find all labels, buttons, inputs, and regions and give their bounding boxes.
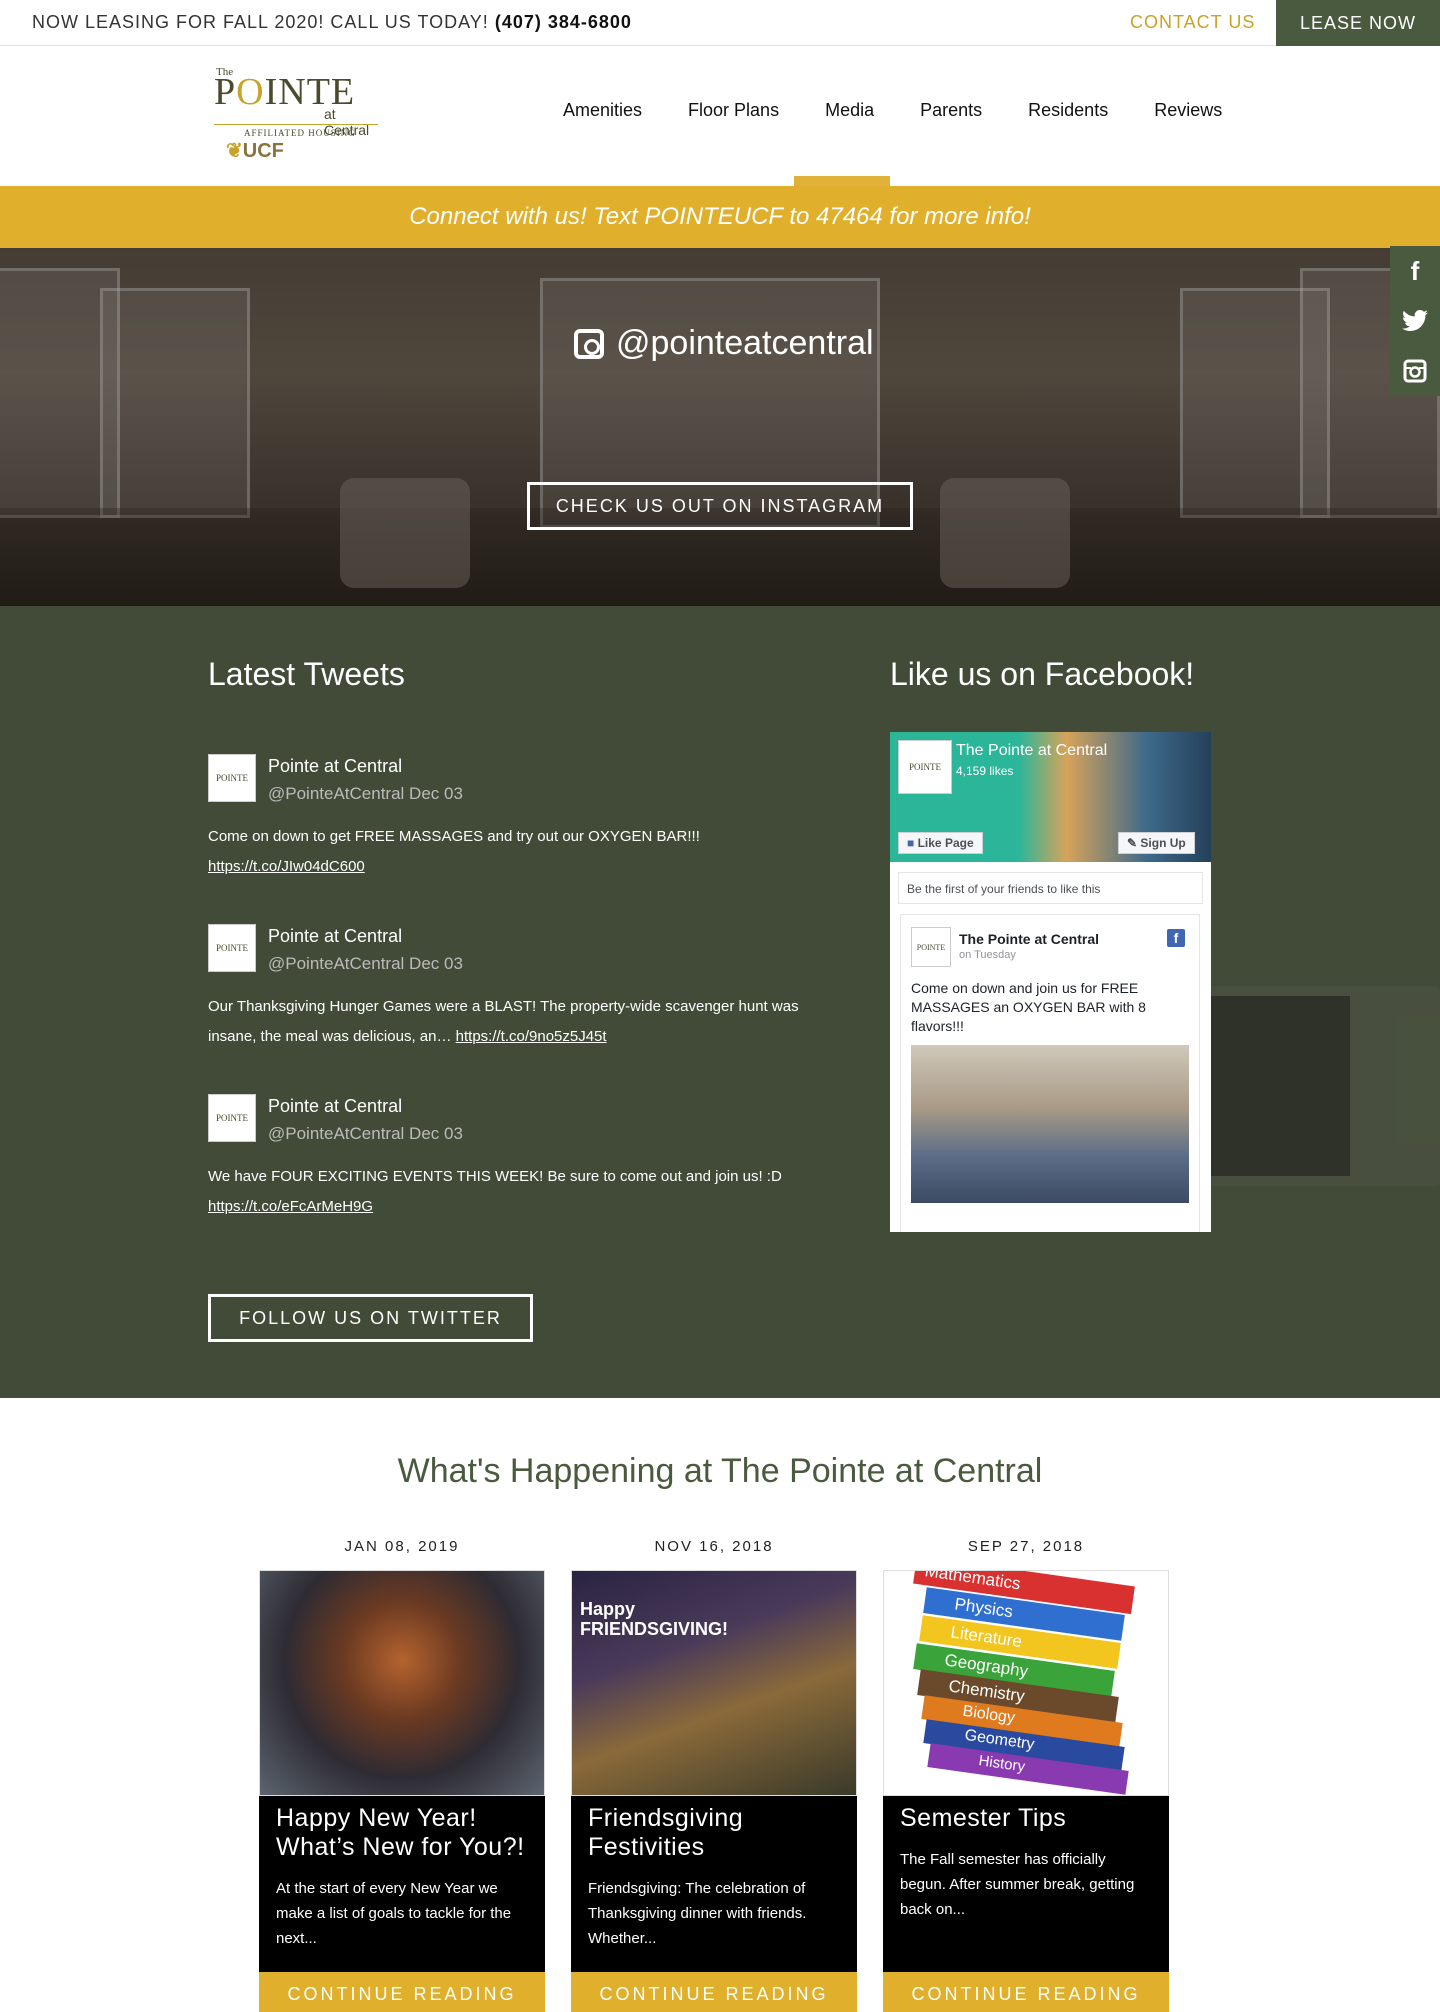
site-header: The POINTE at Central AFFILIATED HOUSING… — [0, 46, 1440, 186]
contact-us-link[interactable]: CONTACT US — [1130, 12, 1255, 33]
nav-amenities[interactable]: Amenities — [563, 100, 642, 121]
tweet-handle-date: @PointeAtCentral Dec 03 — [268, 784, 463, 803]
pegasus-icon: ❦ — [226, 140, 243, 162]
social-feeds-section: Latest Tweets Like us on Facebook! POINT… — [0, 606, 1440, 1398]
facebook-like-button[interactable]: ■ Like Page — [898, 832, 983, 854]
active-nav-indicator — [794, 176, 890, 186]
latest-tweets-heading: Latest Tweets — [208, 656, 405, 692]
promo-banner: Connect with us! Text POINTEUCF to 47464… — [0, 186, 1440, 248]
tweet-author[interactable]: Pointe at Central — [268, 756, 402, 777]
continue-reading-button[interactable]: CONTINUE READING — [571, 1972, 857, 2012]
post-photo[interactable] — [911, 1045, 1189, 1203]
phone-number[interactable]: (407) 384-6800 — [495, 12, 632, 32]
instagram-icon[interactable] — [1390, 346, 1440, 396]
tweet-author[interactable]: Pointe at Central — [268, 1096, 402, 1117]
blog-card: SEP 27, 2018 Mathematics Physics Literat… — [883, 1538, 1169, 2012]
post-date: SEP 27, 2018 — [967, 1538, 1085, 1555]
leasing-announcement: NOW LEASING FOR FALL 2020! CALL US TODAY… — [32, 12, 632, 32]
facebook-icon: ■ — [907, 836, 915, 850]
post-title[interactable]: Friendsgiving Festivities — [588, 1804, 840, 1862]
instagram-hero: @pointeatcentral CHECK US OUT ON INSTAGR… — [0, 248, 1440, 606]
post-excerpt: Friendsgiving: The celebration of Thanks… — [588, 1880, 807, 1947]
post-excerpt: The Fall semester has officially begun. … — [900, 1851, 1135, 1918]
tweet-avatar[interactable]: POINTE — [208, 754, 256, 802]
post-title[interactable]: Happy New Year! What’s New for You?! — [276, 1804, 528, 1862]
post-image-friendsgiving[interactable]: Happy FRIENDSGIVING! — [571, 1570, 857, 1796]
nav-parents[interactable]: Parents — [920, 100, 982, 121]
nav-reviews[interactable]: Reviews — [1154, 100, 1222, 121]
instagram-handle[interactable]: @pointeatcentral — [574, 324, 874, 363]
continue-reading-button[interactable]: CONTINUE READING — [259, 1972, 545, 2012]
post-author[interactable]: The Pointe at Central — [959, 931, 1099, 947]
friends-like-text: Be the first of your friends to like thi… — [898, 872, 1203, 904]
tweet-author[interactable]: Pointe at Central — [268, 926, 402, 947]
facebook-page-name[interactable]: The Pointe at Central — [956, 742, 1107, 760]
twitter-icon[interactable] — [1390, 296, 1440, 346]
promo-banner-text: Connect with us! Text POINTEUCF to 47464… — [409, 203, 1031, 230]
nav-media[interactable]: Media — [825, 100, 874, 121]
blog-section-title: What's Happening at The Pointe at Centra… — [397, 1452, 1043, 1490]
tweet-link[interactable]: https://t.co/eFcArMeH9G — [208, 1198, 373, 1215]
tweet-text: We have FOUR EXCITING EVENTS THIS WEEK! … — [208, 1168, 782, 1185]
post-image-new-year[interactable] — [259, 1570, 545, 1796]
post-message: Come on down and join us for FREE MASSAG… — [911, 980, 1146, 1034]
site-logo[interactable]: The POINTE at Central AFFILIATED HOUSING… — [214, 64, 384, 164]
post-time[interactable]: on Tuesday — [959, 949, 1016, 961]
top-bar: NOW LEASING FOR FALL 2020! CALL US TODAY… — [0, 0, 1440, 46]
blog-card: JAN 08, 2019 Happy New Year! What’s New … — [259, 1538, 545, 2012]
tweet-handle-date: @PointeAtCentral Dec 03 — [268, 954, 463, 973]
continue-reading-button[interactable]: CONTINUE READING — [883, 1972, 1169, 2012]
tweet-handle-date: @PointeAtCentral Dec 03 — [268, 1124, 463, 1143]
facebook-like-count: 4,159 likes — [956, 764, 1014, 778]
post-excerpt: At the start of every New Year we make a… — [276, 1880, 512, 1947]
post-date: JAN 08, 2019 — [344, 1538, 460, 1555]
tweet-link[interactable]: https://t.co/JIw04dC600 — [208, 858, 365, 875]
post-image-books[interactable]: Mathematics Physics Literature Geography… — [883, 1570, 1169, 1796]
facebook-post: POINTE The Pointe at Central on Tuesday … — [900, 914, 1200, 1232]
pencil-icon: ✎ — [1127, 836, 1138, 850]
lease-now-button[interactable]: LEASE NOW — [1276, 0, 1440, 46]
follow-twitter-button[interactable]: FOLLOW US ON TWITTER — [208, 1294, 533, 1342]
blog-card: NOV 16, 2018 Happy FRIENDSGIVING! Friend… — [571, 1538, 857, 2012]
facebook-icon[interactable]: f — [1390, 246, 1440, 296]
main-nav: Amenities Floor Plans Media Parents Resi… — [540, 100, 1245, 121]
post-avatar[interactable]: POINTE — [911, 927, 951, 967]
instagram-icon — [574, 328, 604, 359]
post-title[interactable]: Semester Tips — [900, 1804, 1152, 1833]
tweet-link[interactable]: https://t.co/9no5z5J45t — [456, 1028, 607, 1045]
facebook-heading: Like us on Facebook! — [890, 656, 1195, 692]
facebook-page-avatar[interactable]: POINTE — [898, 740, 952, 794]
tweet-text: Come on down to get FREE MASSAGES and tr… — [208, 828, 700, 845]
nav-floor-plans[interactable]: Floor Plans — [688, 100, 779, 121]
facebook-widget: POINTE The Pointe at Central 4,159 likes… — [890, 732, 1211, 1232]
tweet-avatar[interactable]: POINTE — [208, 1094, 256, 1142]
instagram-cta-button[interactable]: CHECK US OUT ON INSTAGRAM — [527, 482, 913, 530]
social-sidebar: f — [1390, 246, 1440, 396]
blog-section: What's Happening at The Pointe at Centra… — [0, 1398, 1440, 2012]
nav-residents[interactable]: Residents — [1028, 100, 1108, 121]
post-date: NOV 16, 2018 — [654, 1538, 774, 1555]
facebook-logo-icon[interactable]: f — [1167, 929, 1185, 947]
facebook-signup-button[interactable]: ✎ Sign Up — [1118, 832, 1195, 854]
tweet-avatar[interactable]: POINTE — [208, 924, 256, 972]
